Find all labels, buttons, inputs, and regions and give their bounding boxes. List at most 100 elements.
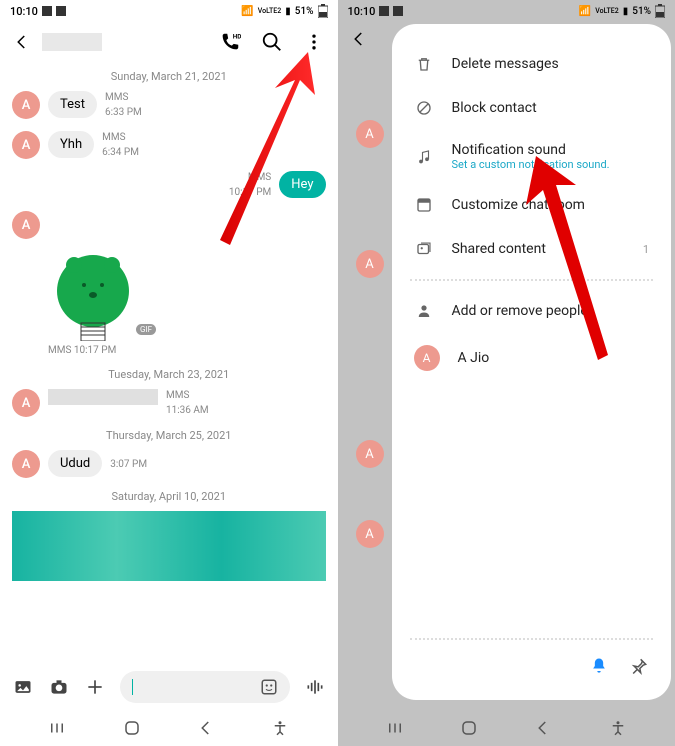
message-meta: MMS 6:33 PM [105, 91, 142, 119]
signal-icon: 📶 [241, 6, 253, 17]
message-bubble: Udud [48, 450, 102, 477]
redacted-media[interactable] [12, 511, 326, 581]
message-meta: 3:07 PM [110, 458, 147, 471]
status-app-icon [42, 6, 52, 16]
contact-row[interactable]: A A Jio [410, 333, 654, 383]
nav-home[interactable] [458, 717, 480, 739]
sticker-timestamp: MMS 10:17 PM [48, 345, 326, 356]
customize-icon [414, 195, 434, 215]
avatar[interactable]: A [12, 211, 40, 239]
message-row[interactable]: A Yhh MMS 6:34 PM [12, 131, 326, 159]
more-options-button[interactable] [302, 30, 326, 54]
menu-sublabel: Set a custom notification sound. [452, 158, 650, 171]
avatar: A [356, 250, 384, 278]
shared-content-icon [414, 239, 434, 259]
nav-accessibility[interactable] [269, 717, 291, 739]
pin-button[interactable] [629, 656, 649, 680]
sticker-picker-icon[interactable] [260, 678, 278, 696]
volte-label: VoLTE2 [258, 7, 281, 15]
text-cursor [132, 679, 133, 695]
avatar: A [356, 120, 384, 148]
gif-badge: GIF [136, 324, 156, 335]
search-button[interactable] [260, 30, 284, 54]
avatar: A [414, 345, 440, 371]
date-divider: Tuesday, March 23, 2021 [12, 368, 326, 381]
status-app-icon-2 [56, 6, 66, 16]
message-meta: MMS 6:34 PM [102, 131, 139, 159]
avatar: A [356, 520, 384, 548]
status-bar: 10:10 📶 VoLTE2 ▮ 51% [0, 0, 338, 22]
bear-sticker: GIF [48, 251, 138, 341]
date-divider: Thursday, March 25, 2021 [12, 429, 326, 442]
menu-notification-sound[interactable]: Notification sound Set a custom notifica… [410, 130, 654, 183]
status-bar: 10:10 📶 VoLTE2 ▮ 51% [338, 0, 675, 22]
sticker-message[interactable]: GIF MMS 10:17 PM [48, 251, 326, 356]
redacted-message [48, 389, 158, 405]
nav-home[interactable] [121, 717, 143, 739]
menu-label: Notification sound [452, 142, 650, 158]
signal-icon: 📶 [579, 6, 591, 17]
message-row-outgoing[interactable]: MMS 10:17 PM Hey [12, 171, 326, 199]
nav-bar [338, 710, 675, 746]
menu-label: Shared content [452, 241, 625, 257]
menu-customize-chat[interactable]: Customize chat room [410, 183, 654, 227]
back-button[interactable] [12, 32, 32, 52]
voice-input-button[interactable] [304, 676, 326, 698]
battery-icon [318, 4, 328, 18]
message-input[interactable] [120, 671, 290, 703]
camera-button[interactable] [48, 676, 70, 698]
nav-back[interactable] [195, 717, 217, 739]
avatar[interactable]: A [12, 389, 40, 417]
contact-name: A Jio [458, 350, 490, 366]
menu-delete-messages[interactable]: Delete messages [410, 42, 654, 86]
call-hd-button[interactable]: HD [218, 30, 242, 54]
message-bubble: Test [48, 91, 97, 118]
music-note-icon [414, 147, 434, 167]
nav-accessibility[interactable] [607, 717, 629, 739]
shared-count: 1 [643, 243, 649, 256]
gallery-button[interactable] [12, 676, 34, 698]
status-time: 10:10 [10, 5, 38, 18]
menu-add-remove-people[interactable]: Add or remove people [410, 289, 654, 333]
add-attachment-button[interactable] [84, 676, 106, 698]
messages-list[interactable]: Sunday, March 21, 2021 A Test MMS 6:33 P… [0, 62, 338, 664]
date-divider: Saturday, April 10, 2021 [12, 490, 326, 503]
right-screenshot: 10:10 📶 VoLTE2 ▮ 51% A A A A Delete mess… [338, 0, 675, 746]
avatar: A [356, 440, 384, 468]
battery-percent: 51% [295, 6, 314, 17]
menu-label: Delete messages [452, 56, 559, 72]
left-screenshot: 10:10 📶 VoLTE2 ▮ 51% HD Sunday, March 21… [0, 0, 338, 746]
notifications-toggle[interactable] [589, 656, 609, 680]
avatar[interactable]: A [12, 450, 40, 478]
divider [410, 279, 654, 281]
message-row[interactable]: A Udud 3:07 PM [12, 450, 326, 478]
conversation-menu-sheet: Delete messages Block contact Notificati… [392, 24, 672, 700]
message-row[interactable]: A Test MMS 6:33 PM [12, 91, 326, 119]
message-bubble: Hey [279, 171, 325, 198]
trash-icon [414, 54, 434, 74]
menu-block-contact[interactable]: Block contact [410, 86, 654, 130]
divider [410, 638, 654, 640]
message-row[interactable]: A MMS 11:36 AM [12, 389, 326, 417]
chat-header: HD [0, 22, 338, 62]
menu-label: Add or remove people [452, 303, 588, 319]
menu-label: Block contact [452, 100, 537, 116]
message-meta: MMS 11:36 AM [166, 389, 209, 417]
nav-back[interactable] [532, 717, 554, 739]
message-row[interactable]: A [12, 211, 326, 239]
avatar[interactable]: A [12, 131, 40, 159]
date-divider: Sunday, March 21, 2021 [12, 70, 326, 83]
volte-label: VoLTE2 [595, 7, 618, 15]
avatar[interactable]: A [12, 91, 40, 119]
contact-name[interactable] [42, 33, 102, 51]
menu-shared-content[interactable]: Shared content 1 [410, 227, 654, 271]
back-button-partial [350, 30, 368, 52]
nav-recents[interactable] [46, 717, 68, 739]
status-app-icon-2 [393, 6, 403, 16]
nav-recents[interactable] [384, 717, 406, 739]
message-bubble: Yhh [48, 131, 94, 158]
nav-bar [0, 710, 338, 746]
block-icon [414, 98, 434, 118]
menu-label: Customize chat room [452, 197, 585, 213]
input-bar [0, 664, 338, 710]
